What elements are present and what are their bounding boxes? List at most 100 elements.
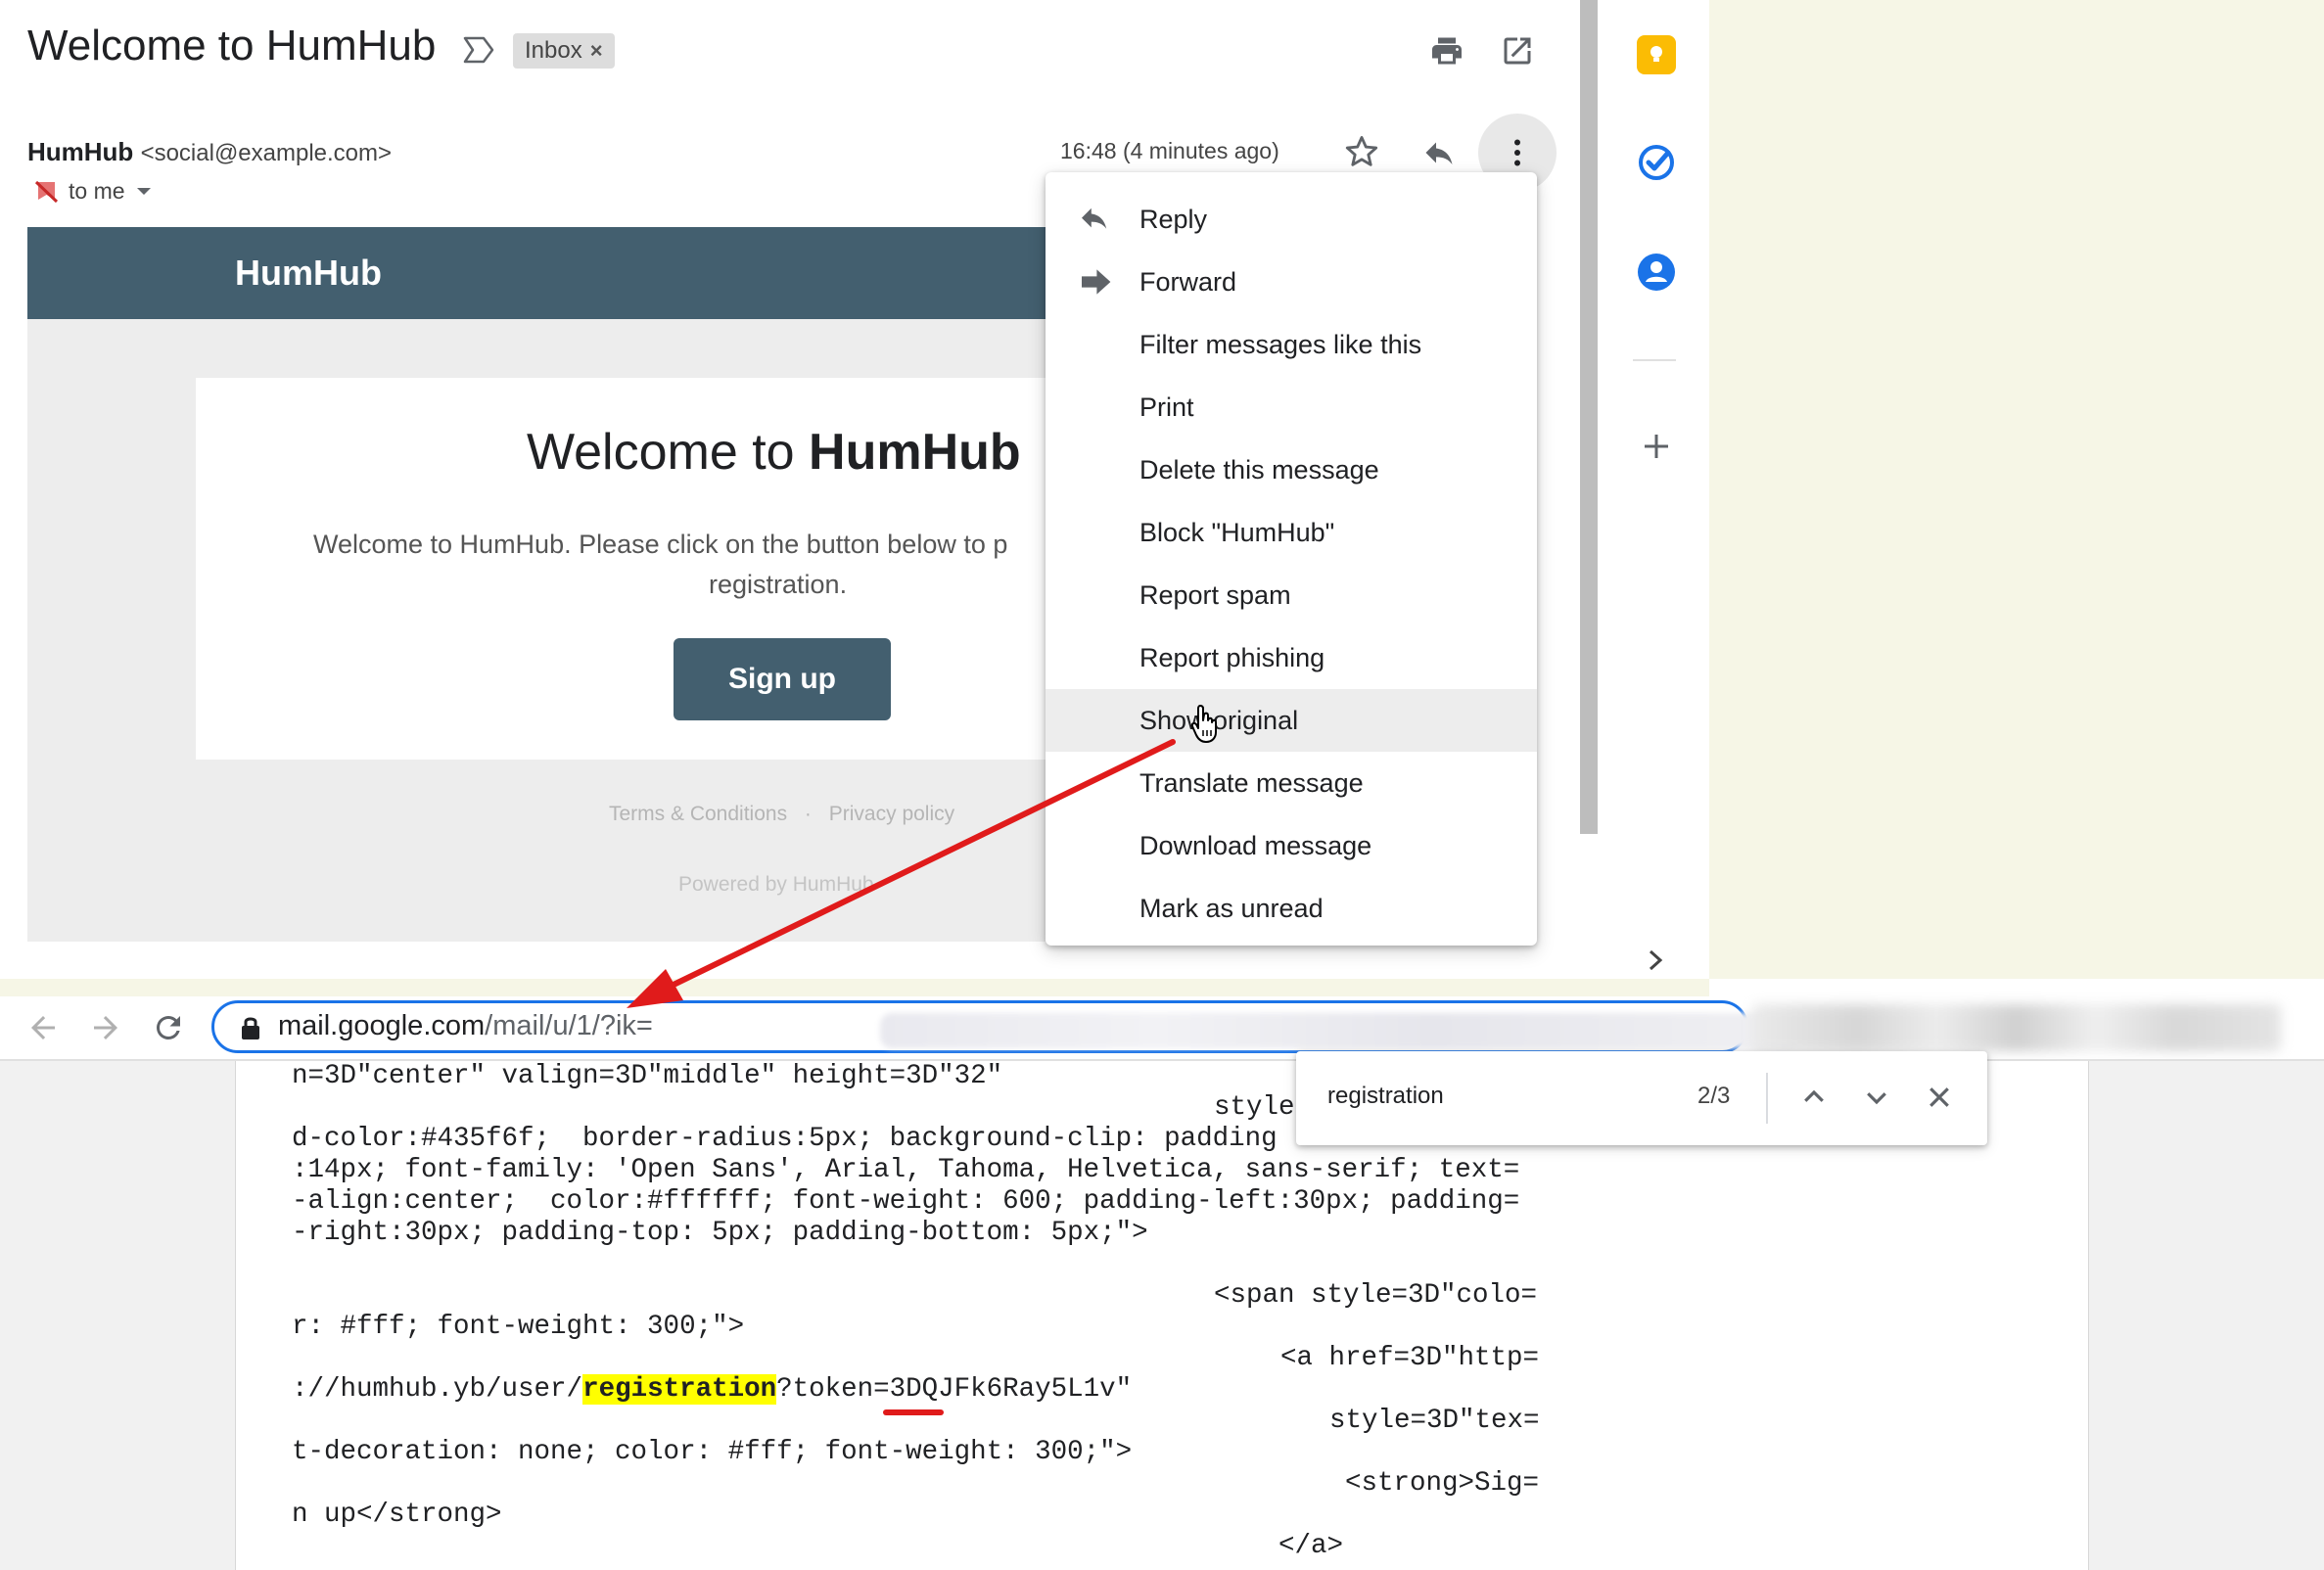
chevron-right-icon[interactable]: [1645, 947, 1666, 973]
menu-item-filter[interactable]: Filter messages like this: [1046, 313, 1537, 376]
menu-item-label: Block "HumHub": [1139, 517, 1335, 547]
menu-item-translate[interactable]: Translate message: [1046, 752, 1537, 814]
menu-item-label: Download message: [1139, 830, 1372, 860]
menu-item-forward[interactable]: Forward: [1046, 251, 1537, 313]
email-banner: [27, 227, 1046, 319]
card-title-prefix: Welcome to: [527, 424, 810, 481]
menu-item-label: Translate message: [1139, 767, 1364, 798]
source-line: n=3D"center" valign=3D"middle" height=3D…: [292, 1061, 1003, 1091]
footer-separator: ·: [804, 803, 812, 825]
menu-item-label: Forward: [1139, 266, 1237, 297]
menu-item-report-phishing[interactable]: Report phishing: [1046, 626, 1537, 689]
contacts-icon[interactable]: [1637, 253, 1676, 292]
reload-icon[interactable]: [151, 1010, 186, 1045]
more-options-menu: Reply Forward Filter messages like this …: [1046, 172, 1537, 946]
menu-item-label: Print: [1139, 392, 1194, 422]
source-line: t-decoration: none; color: #fff; font-we…: [292, 1437, 1133, 1467]
menu-item-label: Report phishing: [1139, 642, 1325, 672]
menu-item-print[interactable]: Print: [1046, 376, 1537, 439]
print-icon[interactable]: [1429, 33, 1464, 69]
source-link-prefix: ://humhub.yb/user/: [292, 1374, 583, 1405]
more-vert-icon: [1514, 139, 1520, 166]
email-timestamp: 16:48 (4 minutes ago): [1060, 138, 1279, 163]
open-new-window-icon[interactable]: [1500, 33, 1535, 69]
sender: HumHub <social@example.com>: [27, 137, 392, 167]
menu-item-report-spam[interactable]: Report spam: [1046, 564, 1537, 626]
menu-item-label: Filter messages like this: [1139, 329, 1422, 359]
menu-item-show-original[interactable]: Show original: [1046, 689, 1537, 752]
email-banner-title: HumHub: [235, 253, 382, 293]
reply-icon: [1082, 208, 1107, 229]
side-panel-divider: [1633, 359, 1676, 361]
sender-name: HumHub: [27, 137, 134, 166]
menu-item-mark-unread[interactable]: Mark as unread: [1046, 877, 1537, 940]
token-underline-annotation: [883, 1409, 944, 1415]
find-match-count: 2/3: [1697, 1083, 1731, 1109]
source-line: -align:center; color:#ffffff; font-weigh…: [292, 1186, 1520, 1217]
find-input[interactable]: registration: [1327, 1083, 1444, 1110]
chevron-up-icon[interactable]: [1799, 1083, 1829, 1112]
menu-item-reply[interactable]: Reply: [1046, 188, 1537, 251]
keep-bulb-icon: [1650, 46, 1662, 62]
terms-link[interactable]: Terms & Conditions: [609, 803, 787, 825]
source-line: :14px; font-family: 'Open Sans', Arial, …: [292, 1155, 1520, 1185]
find-bar: registration 2/3: [1296, 1051, 1987, 1145]
url-path: /mail/u/1/?ik=: [485, 1010, 653, 1041]
keep-icon[interactable]: [1637, 35, 1676, 74]
menu-item-label: Mark as unread: [1139, 893, 1324, 923]
chevron-down-icon: [136, 187, 151, 195]
source-line-right: style=3D"tex=: [1329, 1406, 1540, 1436]
source-line-right: <strong>Sig=: [1345, 1468, 1540, 1499]
source-link-line: ://humhub.yb/user/registration?token=3DQ…: [292, 1374, 1132, 1405]
extensions-redacted-area: [1752, 1004, 2281, 1051]
unimportant-marker-icon: [34, 180, 59, 204]
recipient-text: to me: [69, 178, 125, 204]
separator-strip: [0, 979, 1709, 996]
email-card-text-line2: registration.: [709, 570, 848, 599]
source-line: n up</strong>: [292, 1500, 502, 1530]
scrollbar[interactable]: [1580, 0, 1598, 834]
star-icon[interactable]: [1343, 133, 1380, 170]
forward-nav-icon[interactable]: [88, 1010, 123, 1045]
important-icon[interactable]: [462, 35, 495, 65]
email-subject: Welcome to HumHub: [27, 22, 437, 69]
source-line: d-color:#435f6f; border-radius:5px; back…: [292, 1124, 1278, 1154]
hand-cursor-icon: [1190, 705, 1217, 743]
back-icon[interactable]: [25, 1010, 61, 1045]
source-line-right: <span style=3D"colo=: [1214, 1280, 1538, 1311]
lock-icon: [242, 1017, 259, 1039]
chevron-down-icon[interactable]: [1862, 1083, 1891, 1112]
menu-item-block[interactable]: Block "HumHub": [1046, 501, 1537, 564]
menu-item-download[interactable]: Download message: [1046, 814, 1537, 877]
menu-item-delete[interactable]: Delete this message: [1046, 439, 1537, 501]
source-link-suffix: ?token=3DQJFk6Ray5L1v": [776, 1374, 1133, 1405]
source-line-right: style: [1214, 1092, 1295, 1123]
close-icon[interactable]: [1925, 1083, 1954, 1112]
add-icon[interactable]: [1641, 431, 1672, 462]
card-title-bold: HumHub: [809, 424, 1021, 481]
menu-item-label: Reply: [1139, 204, 1208, 234]
reply-icon[interactable]: [1421, 135, 1457, 170]
tasks-icon[interactable]: [1637, 143, 1676, 182]
signup-button[interactable]: Sign up: [674, 638, 891, 720]
menu-item-label: Delete this message: [1139, 454, 1379, 485]
sender-email: <social@example.com>: [140, 140, 393, 166]
menu-item-label: Report spam: [1139, 579, 1291, 610]
search-match-highlight: registration: [582, 1374, 777, 1405]
url-host: mail.google.com: [278, 1010, 486, 1041]
forward-icon: [1082, 269, 1111, 295]
source-line-right: <a href=3D"http=: [1280, 1343, 1540, 1373]
url-redacted-area: [880, 1013, 1800, 1048]
remove-label-icon[interactable]: ×: [590, 38, 603, 64]
inbox-label-chip[interactable]: Inbox ×: [513, 33, 615, 69]
powered-by-text: Powered by HumHub: [678, 873, 874, 896]
side-background: [1709, 0, 2324, 979]
source-line: r: #fff; font-weight: 300;">: [292, 1312, 745, 1342]
gmail-message-view: Welcome to HumHub Inbox × HumHub <social…: [0, 0, 1709, 979]
url-text: mail.google.com/mail/u/1/?ik=: [278, 1010, 653, 1042]
source-line-right: </a>: [1278, 1531, 1344, 1561]
inbox-label-text: Inbox: [525, 37, 582, 64]
privacy-link[interactable]: Privacy policy: [829, 803, 954, 825]
find-separator: [1766, 1073, 1768, 1124]
recipient-dropdown[interactable]: to me: [69, 178, 153, 205]
